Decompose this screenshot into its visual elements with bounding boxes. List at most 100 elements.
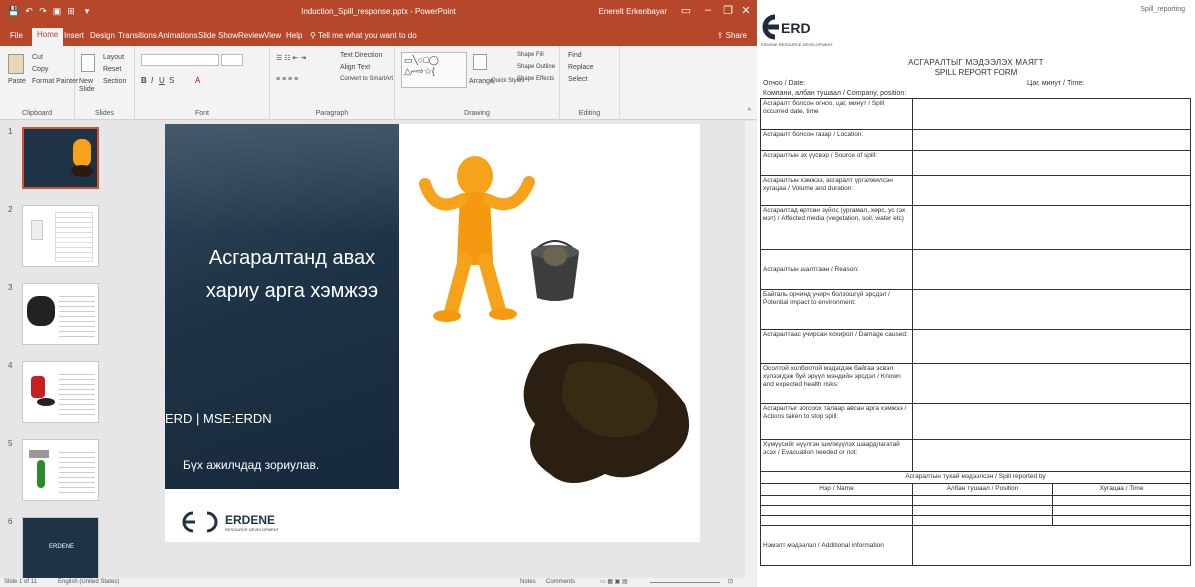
thumbnail-slide-5[interactable]: [22, 439, 99, 501]
share-button[interactable]: ⇪ Share: [717, 31, 747, 40]
current-slide[interactable]: Асгаралтанд авах хариу арга хэмжээ ERD |…: [165, 124, 700, 542]
shape-outline-button[interactable]: Shape Outline: [517, 64, 555, 70]
table-row: Асгаралт болсон газар / Location:: [760, 129, 1192, 151]
minimize-icon[interactable]: –: [701, 4, 715, 16]
find-button[interactable]: Find: [568, 52, 582, 59]
zoom-slider[interactable]: [650, 582, 720, 583]
row-label: Асгаралтын шалтгаан / Reason:: [760, 249, 913, 290]
paste-icon[interactable]: [8, 54, 24, 74]
row-value-field[interactable]: [911, 289, 1192, 330]
shapes-gallery[interactable]: ▭╲○□◯ △⌐⇨☆{: [401, 52, 467, 88]
tab-design[interactable]: Design: [90, 31, 115, 40]
ribbon-display-icon[interactable]: ▭: [679, 4, 693, 17]
paste-label[interactable]: Paste: [8, 78, 26, 85]
tab-review[interactable]: Review: [238, 31, 264, 40]
notes-button[interactable]: Notes: [520, 579, 536, 585]
comments-button[interactable]: Comments: [546, 579, 575, 585]
user-name[interactable]: Enerelt Erkenbayar: [599, 7, 667, 16]
select-button[interactable]: Select: [568, 76, 587, 83]
row-value-field[interactable]: [911, 205, 1192, 250]
time-field[interactable]: [1051, 495, 1192, 506]
language-indicator[interactable]: English (United States): [58, 579, 119, 585]
row-value-field[interactable]: [911, 363, 1192, 404]
thumb-barrel: [27, 296, 55, 326]
tab-file[interactable]: File: [10, 31, 23, 40]
row-value-field[interactable]: [911, 150, 1192, 176]
bold-icon[interactable]: B: [141, 76, 147, 85]
reported-by-heading: Асгаралтын тухай мэдээлсэн / Spill repor…: [759, 471, 1192, 484]
slide-brand[interactable]: ERD | MSE:ERDN: [165, 411, 272, 426]
bullets-icon[interactable]: ☰ ☷ ⇤ ⇥: [276, 54, 306, 62]
copy-button[interactable]: Copy: [32, 66, 48, 73]
name-field[interactable]: [760, 515, 913, 526]
new-slide-label[interactable]: New Slide: [79, 78, 101, 94]
shape-fill-button[interactable]: Shape Fill: [517, 52, 544, 58]
tab-animations[interactable]: Animations: [158, 31, 198, 40]
thumbnail-slide-6[interactable]: ERDENE: [22, 517, 99, 579]
row-value-field[interactable]: [911, 175, 1192, 206]
reset-button[interactable]: Reset: [103, 66, 121, 73]
shape-effects-button[interactable]: Shape Effects: [517, 76, 554, 82]
row-value-field[interactable]: [911, 439, 1192, 472]
row-value-field[interactable]: [911, 129, 1192, 151]
slide-title[interactable]: Асгаралтанд авах хариу арга хэмжээ: [197, 242, 387, 308]
row-value-field[interactable]: [911, 98, 1192, 130]
status-bar: Slide 1 of 11 English (United States) No…: [0, 578, 757, 587]
thumb-leak: [37, 460, 45, 488]
font-size-select[interactable]: [221, 54, 243, 66]
time-label: Цаг, минут / Time:: [1027, 80, 1085, 87]
collapse-ribbon-icon[interactable]: ^: [748, 108, 751, 115]
maximize-icon[interactable]: ❐: [721, 4, 735, 17]
position-field[interactable]: [912, 505, 1053, 516]
row-value-field[interactable]: [911, 329, 1192, 364]
format-painter-button[interactable]: Format Painter: [32, 78, 78, 85]
section-button[interactable]: Section: [103, 78, 126, 85]
form-logo-tagline: ERDENE RESOURCE DEVELOPMENT: [761, 42, 833, 47]
time-field[interactable]: [1051, 515, 1192, 526]
vertical-scrollbar[interactable]: [745, 121, 757, 578]
additional-info-field[interactable]: [911, 525, 1192, 566]
tab-insert[interactable]: Insert: [64, 31, 84, 40]
text-direction-button[interactable]: Text Direction: [340, 52, 382, 59]
thumbnail-slide-3[interactable]: [22, 283, 99, 345]
replace-button[interactable]: Replace: [568, 64, 594, 71]
strikethrough-icon[interactable]: S: [169, 76, 174, 85]
thumb-text: [59, 292, 95, 338]
align-icons[interactable]: ≡ ≡ ≡ ≡: [276, 76, 298, 83]
tab-transitions[interactable]: Transitions: [118, 31, 157, 40]
underline-icon[interactable]: U: [159, 76, 165, 85]
thumbnail-slide-1[interactable]: [22, 127, 99, 189]
thumbnail-slide-4[interactable]: [22, 361, 99, 423]
tell-me-search[interactable]: ⚲ Tell me what you want to do: [310, 31, 417, 40]
view-buttons[interactable]: ▭ ▦ ▣ ▤: [600, 578, 628, 585]
slide-subtitle[interactable]: Бүх ажилчдад зориулав.: [183, 458, 319, 472]
thumb-extinguisher: [31, 376, 45, 398]
editing-group: Find Replace Select Editing: [560, 46, 620, 120]
tab-home[interactable]: Home: [32, 28, 64, 46]
tab-slideshow[interactable]: Slide Show: [198, 31, 238, 40]
arrange-icon[interactable]: [473, 54, 487, 70]
align-text-button[interactable]: Align Text: [340, 64, 370, 71]
smartart-button[interactable]: Convert to SmartArt: [340, 76, 393, 82]
slide-logo-tagline: RESOURCE DEVELOPMENT: [225, 527, 280, 532]
font-color-icon[interactable]: A: [195, 76, 200, 85]
tab-view[interactable]: View: [264, 31, 281, 40]
layout-button[interactable]: Layout: [103, 54, 124, 61]
cut-button[interactable]: Cut: [32, 54, 43, 61]
time-field[interactable]: [1051, 505, 1192, 516]
position-field[interactable]: [912, 515, 1053, 526]
fit-slide-icon[interactable]: ⊡: [728, 578, 733, 585]
name-field[interactable]: [760, 505, 913, 516]
thumb-number: 3: [8, 283, 13, 292]
new-slide-icon[interactable]: [81, 54, 95, 72]
name-field[interactable]: [760, 495, 913, 506]
position-field[interactable]: [912, 495, 1053, 506]
font-family-select[interactable]: [141, 54, 219, 66]
tab-help[interactable]: Help: [286, 31, 302, 40]
thumbnail-slide-2[interactable]: [22, 205, 99, 267]
italic-icon[interactable]: I: [151, 76, 153, 85]
row-value-field[interactable]: [911, 403, 1192, 440]
close-icon[interactable]: ✕: [739, 4, 753, 17]
row-value-field[interactable]: [911, 249, 1192, 290]
clipboard-group: Paste Cut Copy Format Painter Clipboard: [0, 46, 78, 120]
